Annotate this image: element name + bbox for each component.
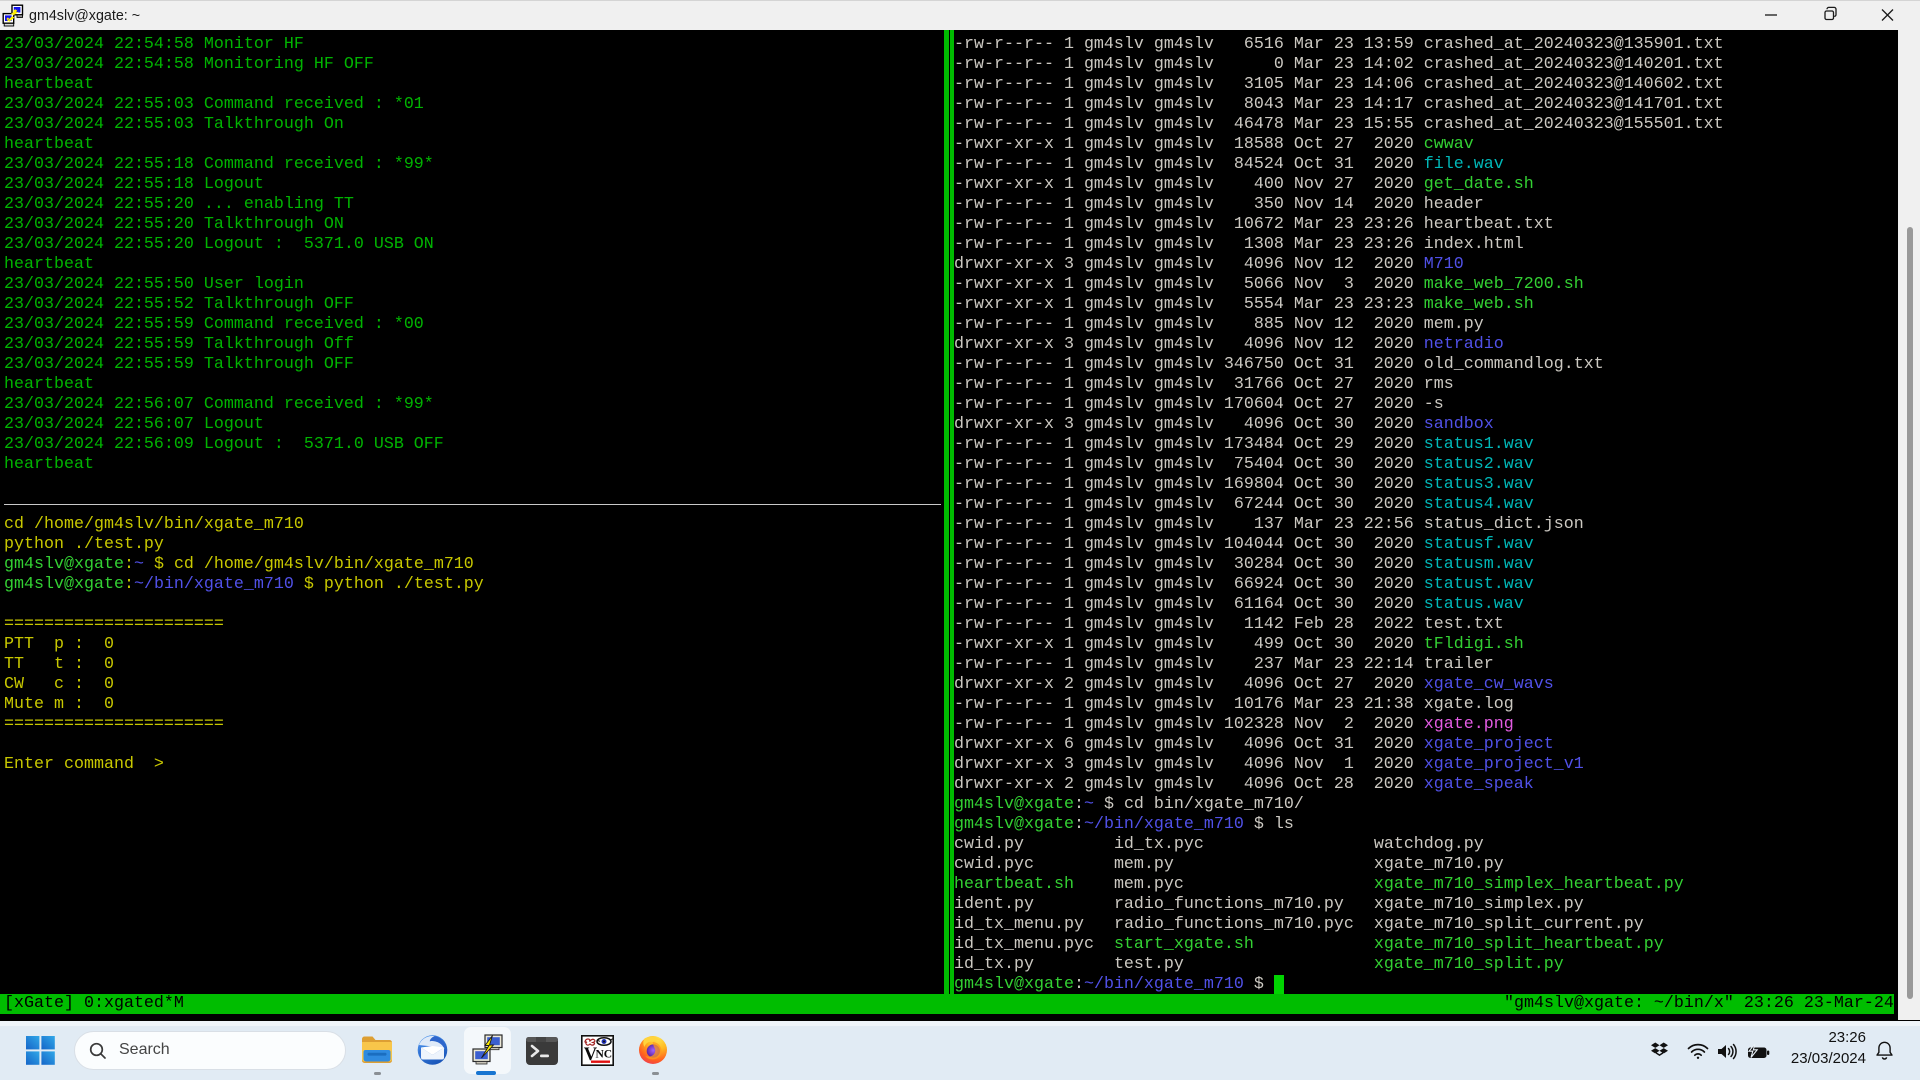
svg-text:NC: NC [596,1049,613,1061]
